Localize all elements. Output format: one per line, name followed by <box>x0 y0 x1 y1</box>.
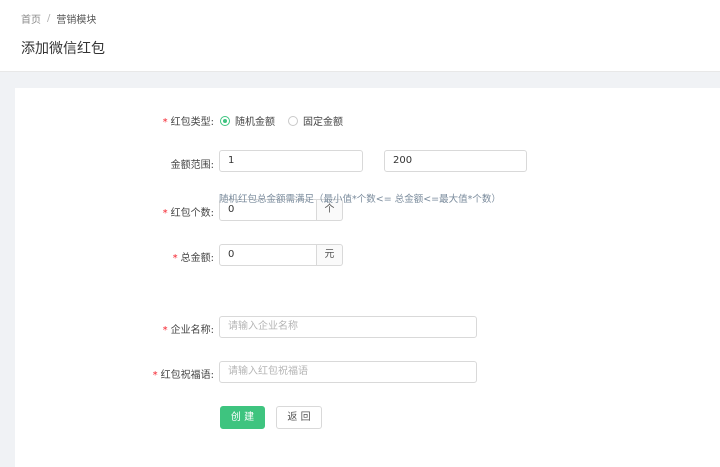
radio-random-amount[interactable]: 随机金额 <box>220 113 275 128</box>
required-mark: * <box>152 370 158 381</box>
label-greeting: * 红包祝福语: <box>152 370 214 381</box>
amount-hint-text: 随机红包总金额需满足（最小值*个数<= 总金额<=最大值*个数） <box>219 194 501 205</box>
company-name-input[interactable]: 请输入企业名称 <box>219 316 477 338</box>
breadcrumb-home[interactable]: 首页 <box>21 11 41 26</box>
label-redpacket-type: * 红包类型: <box>162 117 214 128</box>
required-mark: * <box>162 325 168 336</box>
greeting-input[interactable]: 请输入红包祝福语 <box>219 361 477 383</box>
radio-label: 固定金额 <box>303 117 343 128</box>
total-amount-input[interactable]: 0 <box>219 244 317 266</box>
radio-label: 随机金额 <box>235 117 275 128</box>
radio-unchecked-icon <box>288 115 298 126</box>
create-button[interactable]: 创 建 <box>220 406 265 429</box>
amount-min-input[interactable]: 1 <box>219 150 363 172</box>
breadcrumb: 首页 / 营销模块 <box>21 11 96 26</box>
radio-checked-icon <box>220 115 230 126</box>
label-redpacket-count: * 红包个数: <box>162 208 214 219</box>
radio-fixed-amount[interactable]: 固定金额 <box>288 113 343 128</box>
total-unit-addon: 元 <box>317 244 343 266</box>
required-mark: * <box>172 253 178 264</box>
required-mark: * <box>162 117 168 128</box>
label-company-name: * 企业名称: <box>162 325 214 336</box>
page-header: 首页 / 营销模块 添加微信红包 <box>0 0 720 72</box>
label-total-amount: * 总金额: <box>172 253 214 264</box>
page-title: 添加微信红包 <box>21 41 105 57</box>
back-button[interactable]: 返 回 <box>276 406 322 429</box>
label-amount-range: 金额范围: <box>170 160 214 171</box>
amount-max-input[interactable]: 200 <box>384 150 527 172</box>
form-card <box>15 88 720 467</box>
required-mark: * <box>162 208 168 219</box>
breadcrumb-current: 营销模块 <box>56 15 97 26</box>
breadcrumb-separator: / <box>47 13 51 24</box>
